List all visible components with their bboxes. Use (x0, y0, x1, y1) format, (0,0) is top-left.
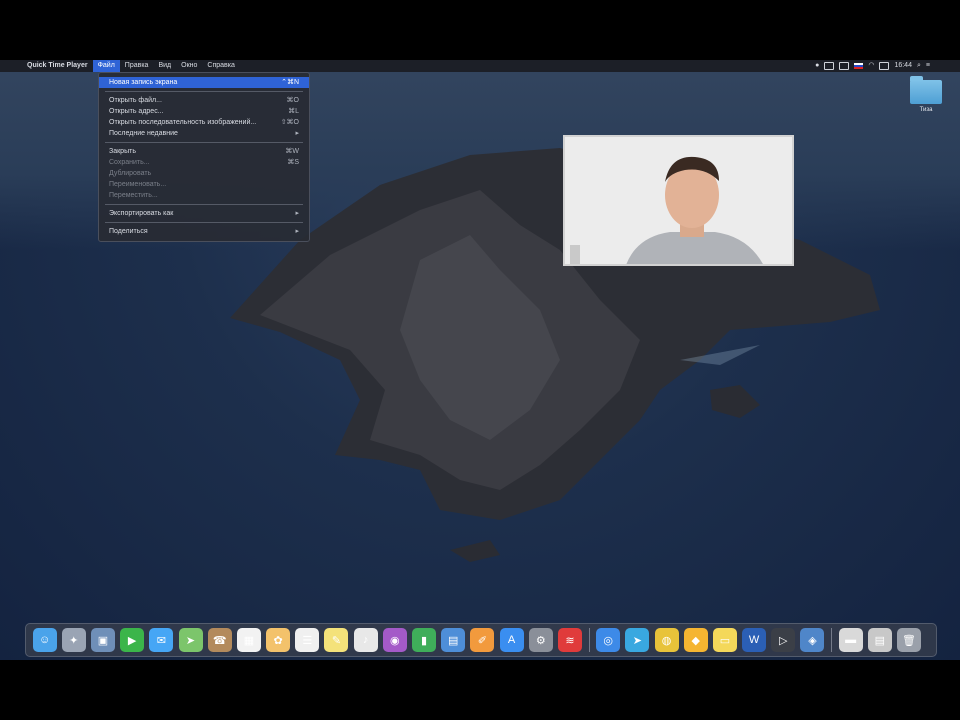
dock-separator (588, 628, 590, 652)
file-menu-item-label: Поделиться (109, 228, 148, 235)
flags-icon[interactable]: ≋ (557, 628, 582, 652)
menu-separator (105, 142, 303, 143)
file-menu-item-shortcut (293, 190, 299, 201)
downloads-icon[interactable]: ▬ (838, 628, 863, 652)
preview-icon[interactable]: ▣ (90, 628, 115, 652)
messages-icon[interactable]: ✉ (149, 628, 174, 652)
notes-icon[interactable]: ✎ (324, 628, 349, 652)
record-icon[interactable]: ● (815, 60, 819, 72)
calendar-icon[interactable]: ▦ (236, 628, 261, 652)
window-icon[interactable] (839, 62, 850, 70)
presenter-video (565, 137, 792, 264)
file-menu-item-shortcut: ▸ (295, 228, 299, 235)
file-menu-item-shortcut: ▸ (295, 210, 299, 217)
keynote-icon[interactable]: ▤ (441, 628, 466, 652)
menu-file[interactable]: Файл (92, 60, 120, 72)
file-menu-item-label: Новая запись экрана (109, 79, 178, 86)
file-menu-item[interactable]: Открыть файл... ⌘O (99, 95, 309, 106)
dock-separator (831, 628, 833, 652)
menu-window[interactable]: Окно (176, 60, 202, 72)
safari-icon[interactable]: ◎ (596, 628, 621, 652)
letterbox-top (0, 0, 960, 60)
desktop[interactable]: Quick Time Player Файл Правка Вид Окно С… (0, 60, 960, 660)
battery-icon[interactable] (879, 62, 890, 70)
file-menu-dropdown: Новая запись экрана ⌃⌘N Открыть файл... ⌘O О… (98, 72, 310, 242)
menu-separator (105, 222, 303, 223)
reminders-icon[interactable]: ☰ (295, 628, 320, 652)
menu-separator (105, 204, 303, 205)
file-menu-item-label: Закрыть (109, 148, 136, 155)
finder-icon[interactable]: ☺ (32, 628, 57, 652)
photos-icon[interactable]: ✿ (266, 628, 291, 652)
stickies-icon[interactable]: ▭ (712, 628, 737, 652)
letterbox-bottom (0, 660, 960, 720)
menu-edit[interactable]: Правка (120, 60, 154, 72)
file-menu-item[interactable]: Переименовать... (99, 179, 309, 190)
dock: ☺ ✦ ▣ ▶ ✉ ➤ ☎ ▦ ✿ ☰ ✎ ♪ ◉ ▮ ▤ ✐ A ⚙ ≋ ◎ ➤ ◍ ◆ ▭ W ▷ ◈ ▬ ▤ 🗑 (25, 623, 937, 657)
music-icon[interactable]: ♪ (353, 628, 378, 652)
file-menu-item[interactable]: Закрыть ⌘W (99, 146, 309, 157)
file-menu-item[interactable]: Открыть адрес... ⌘L (99, 106, 309, 117)
file-menu-item-shortcut: ⌘S (287, 159, 299, 166)
pages-icon[interactable]: ✐ (470, 628, 495, 652)
webcam-overlay (563, 135, 794, 266)
word-icon[interactable]: W (742, 628, 767, 652)
numbers-icon[interactable]: ▮ (412, 628, 437, 652)
contacts-icon[interactable]: ☎ (207, 628, 232, 652)
input-source-flag-icon[interactable] (854, 63, 864, 69)
menu-separator (105, 91, 303, 92)
file-menu-item-shortcut: ⌘W (285, 148, 299, 155)
telegram-icon[interactable]: ➤ (625, 628, 650, 652)
facetime-icon[interactable]: ▶ (120, 628, 145, 652)
file-menu-item-label: Переместить... (109, 192, 158, 199)
file-menu-item-shortcut (293, 179, 299, 190)
file-menu-item-shortcut (293, 168, 299, 179)
quicktime-icon[interactable]: ▷ (771, 628, 796, 652)
file-menu-item[interactable]: Последние недавние ▸ (99, 128, 309, 139)
menu-view[interactable]: Вид (153, 60, 176, 72)
file-menu-item[interactable]: Открыть последовательность изображений..… (99, 117, 309, 128)
file-menu-item-label: Экспортировать как (109, 210, 174, 217)
network-icon[interactable]: ◈ (800, 628, 825, 652)
search-icon[interactable]: ⌕ (917, 60, 921, 72)
file-menu-item-label: Открыть файл... (109, 97, 162, 104)
file-menu-item[interactable]: Переместить... (99, 190, 309, 201)
control-center-icon[interactable]: ≡ (926, 60, 930, 72)
podcasts-icon[interactable]: ◉ (382, 628, 407, 652)
menu-clock[interactable]: 16:44 (894, 60, 912, 72)
folder-label: Тиза (919, 107, 933, 113)
documents-icon[interactable]: ▤ (867, 628, 892, 652)
menu-help[interactable]: Справка (202, 60, 239, 72)
menu-bar-status: ● ◠ 16:44 ⌕ ≡ (815, 60, 960, 72)
file-menu-item-shortcut: ⇧⌘O (280, 119, 299, 126)
launchpad-icon[interactable]: ✦ (61, 628, 86, 652)
file-menu-item-shortcut: ⌘L (288, 108, 299, 115)
file-menu-item-label: Последние недавние (109, 130, 178, 137)
file-menu-item-label: Открыть последовательность изображений..… (109, 119, 257, 126)
file-menu-item-label: Сохранить... (109, 159, 150, 166)
menu-app-name[interactable]: Quick Time Player (22, 60, 93, 72)
file-menu-item-label: Дублировать (109, 170, 152, 177)
file-menu-item-shortcut: ⌘O (286, 97, 299, 104)
folder-icon (910, 76, 942, 104)
desktop-folder[interactable]: Тиза (906, 76, 946, 113)
file-menu-item-label: Переименовать... (109, 181, 167, 188)
maps-icon[interactable]: ➤ (178, 628, 203, 652)
file-menu-item[interactable]: Новая запись экрана ⌃⌘N (99, 77, 309, 88)
chrome-icon[interactable]: ◍ (654, 628, 679, 652)
file-menu-item[interactable]: Поделиться ▸ (99, 226, 309, 237)
system-preferences-icon[interactable]: ⚙ (528, 628, 553, 652)
trash-icon[interactable]: 🗑 (897, 628, 922, 652)
menu-bar: Quick Time Player Файл Правка Вид Окно С… (0, 60, 960, 72)
file-menu-item[interactable]: Экспортировать как ▸ (99, 208, 309, 219)
file-menu-item[interactable]: Дублировать (99, 168, 309, 179)
app-store-icon[interactable]: A (499, 628, 524, 652)
file-menu-item-shortcut: ⌃⌘N (281, 79, 299, 86)
display-icon[interactable] (824, 62, 835, 70)
file-menu-item-shortcut: ▸ (295, 130, 299, 137)
file-menu-item-label: Открыть адрес... (109, 108, 164, 115)
wifi-icon[interactable]: ◠ (868, 60, 874, 72)
sketch-icon[interactable]: ◆ (683, 628, 708, 652)
file-menu-item[interactable]: Сохранить... ⌘S (99, 157, 309, 168)
